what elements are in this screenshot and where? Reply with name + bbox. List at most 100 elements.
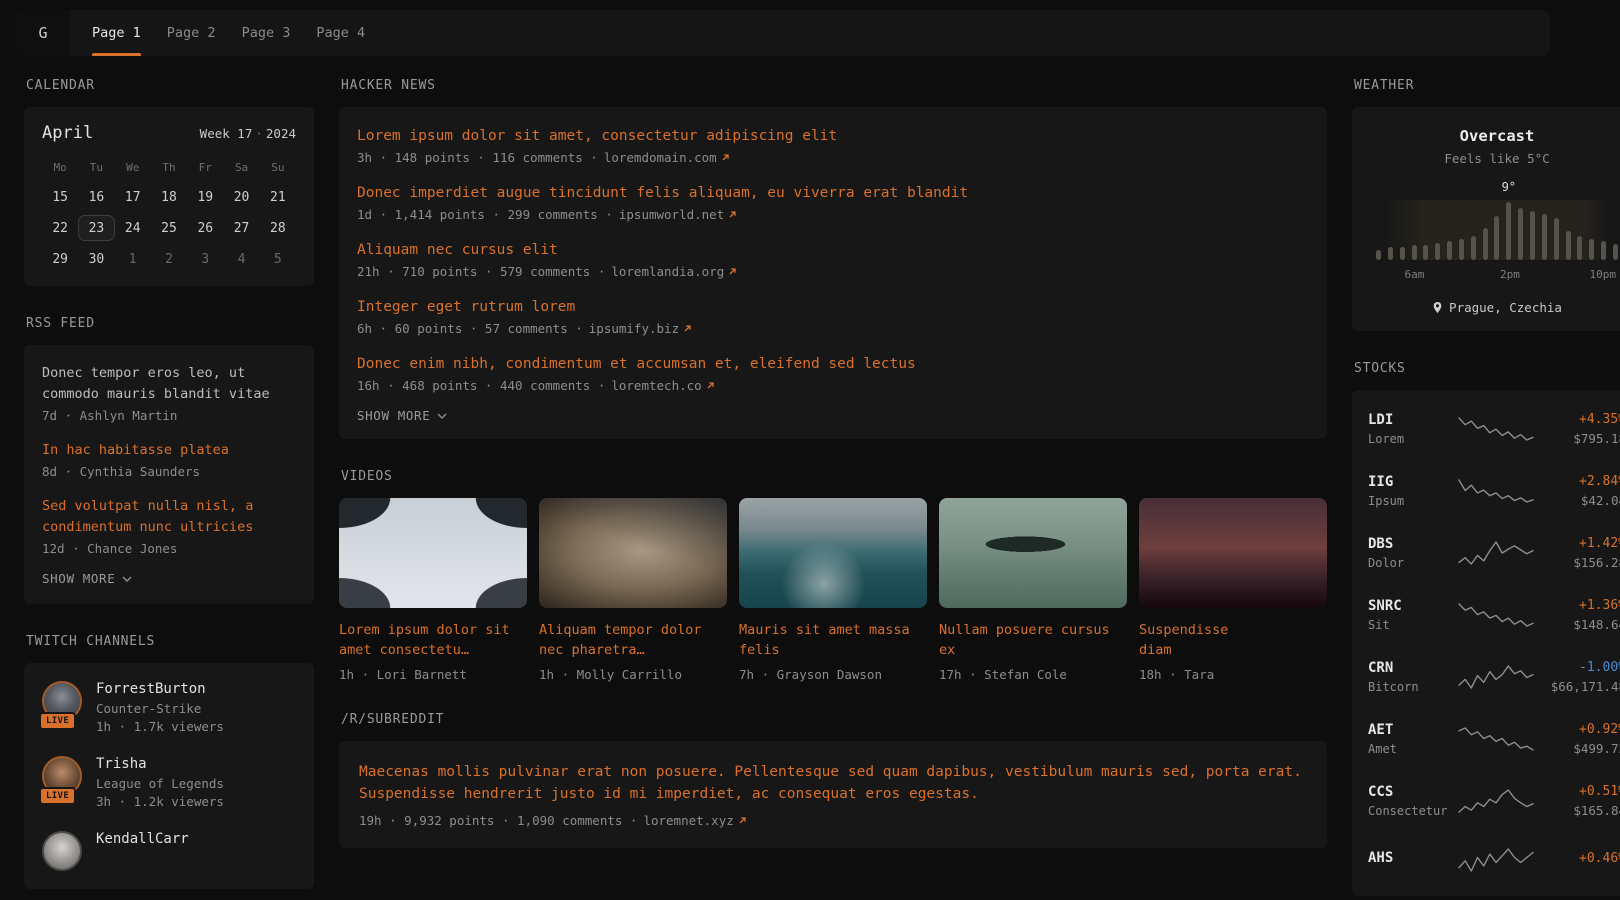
rss-widget: Donec tempor eros leo, ut commodo mauris… — [24, 345, 314, 604]
video-title[interactable]: Lorem ipsum dolor sit amet consectetu… — [339, 620, 511, 660]
subreddit-widget: Maecenas mollis pulvinar erat non posuer… — [339, 741, 1327, 848]
hn-headline[interactable]: Lorem ipsum dolor sit amet, consectetur … — [357, 125, 1309, 147]
stock-symbol: DBS — [1368, 536, 1454, 552]
channel-game[interactable]: League of Legends — [96, 776, 224, 791]
video-title[interactable]: Mauris sit amet massa felis — [739, 620, 911, 660]
video-card[interactable]: Nullam posuere cursus ex 17h · Stefan Co… — [939, 498, 1127, 682]
video-meta: 1h · Molly Carrillo — [539, 667, 727, 682]
content-grid: CALENDAR April Week 17·2024 Mo Tu We Th … — [0, 56, 1620, 896]
tab-page-3[interactable]: Page 3 — [242, 10, 291, 56]
tab-page-4[interactable]: Page 4 — [316, 10, 365, 56]
stock-price: $795.18 — [1538, 431, 1620, 446]
stock-name: Sit — [1368, 618, 1454, 632]
hn-headline[interactable]: Donec imperdiet augue tincidunt felis al… — [357, 182, 1309, 204]
app-logo[interactable]: G — [16, 10, 70, 56]
rss-headline[interactable]: In hac habitasse platea — [42, 440, 296, 461]
stock-change: +0.92% — [1538, 722, 1620, 737]
calendar-section: CALENDAR April Week 17·2024 Mo Tu We Th … — [24, 78, 314, 286]
calendar-day: 21 — [260, 184, 296, 210]
stock-symbol: CCS — [1368, 784, 1454, 800]
channel-name[interactable]: Trisha — [96, 756, 224, 772]
avatar — [42, 831, 82, 871]
hn-meta: 6h · 60 points · 57 comments · ipsumify.… — [357, 321, 1309, 336]
stock-row[interactable]: LDI Lorem +4.35% $795.18 — [1368, 398, 1620, 460]
hn-domain-link[interactable]: ipsumify.biz — [589, 321, 692, 336]
stock-change: +0.51% — [1538, 784, 1620, 799]
twitch-widget: LIVE ForrestBurton Counter-Strike 1h · 1… — [24, 663, 314, 889]
calendar-week-year: Week 17·2024 — [200, 126, 296, 141]
external-link-icon — [738, 816, 747, 825]
video-thumbnail[interactable] — [939, 498, 1127, 608]
stock-sparkline — [1456, 539, 1536, 567]
video-title[interactable]: Suspendisse diam — [1139, 620, 1229, 660]
weather-time-labels: 6am 2pm 10pm — [1368, 268, 1620, 284]
tab-page-1[interactable]: Page 1 — [92, 10, 141, 56]
hn-domain-link[interactable]: loremtech.co — [611, 378, 714, 393]
videos-section-title: VIDEOS — [341, 469, 1327, 484]
hn-item: Integer eget rutrum lorem 6h · 60 points… — [357, 296, 1309, 336]
subreddit-domain-link[interactable]: loremnet.xyz — [643, 813, 746, 828]
video-card[interactable]: Aliquam tempor dolor nec pharetra… 1h · … — [539, 498, 727, 682]
video-card[interactable]: Lorem ipsum dolor sit amet consectetu… 1… — [339, 498, 527, 682]
hn-headline[interactable]: Integer eget rutrum lorem — [357, 296, 1309, 318]
twitch-channel[interactable]: LIVE ForrestBurton Counter-Strike 1h · 1… — [42, 681, 296, 734]
weather-condition: Overcast — [1368, 127, 1620, 145]
hn-headline[interactable]: Donec enim nibh, condimentum et accumsan… — [357, 353, 1309, 375]
stock-name: Ipsum — [1368, 494, 1454, 508]
channel-game[interactable]: Counter-Strike — [96, 701, 224, 716]
channel-name[interactable]: KendallCarr — [96, 831, 189, 847]
calendar-day: 26 — [187, 215, 223, 241]
stock-sparkline — [1456, 725, 1536, 753]
video-meta: 18h · Tara — [1139, 667, 1327, 682]
stock-row[interactable]: AHS +0.46% — [1368, 832, 1620, 888]
channel-name[interactable]: ForrestBurton — [96, 681, 224, 697]
calendar-day-header: Su — [260, 155, 296, 179]
stocks-section-title: STOCKS — [1354, 361, 1620, 376]
calendar-week-label: Week 17 — [200, 126, 253, 141]
rss-headline[interactable]: Sed volutpat nulla nisl, a condimentum n… — [42, 496, 296, 538]
hn-meta: 16h · 468 points · 440 comments · loremt… — [357, 378, 1309, 393]
hn-meta: 1d · 1,414 points · 299 comments · ipsum… — [357, 207, 1309, 222]
twitch-channel[interactable]: LIVE Trisha League of Legends 3h · 1.2k … — [42, 756, 296, 809]
video-thumbnail[interactable] — [339, 498, 527, 608]
stock-row[interactable]: IIG Ipsum +2.84% $42.04 — [1368, 460, 1620, 522]
rss-headline[interactable]: Donec tempor eros leo, ut commodo mauris… — [42, 363, 296, 405]
hn-show-more-button[interactable]: SHOW MORE — [357, 408, 447, 423]
hn-domain-link[interactable]: loremlandia.org — [611, 264, 737, 279]
weather-bars — [1374, 200, 1620, 260]
calendar-day-next-month: 3 — [187, 246, 223, 272]
stock-row[interactable]: CRN Bitcorn -1.00% $66,171.48 — [1368, 646, 1620, 708]
calendar-day: 24 — [115, 215, 151, 241]
weather-section-title: WEATHER — [1354, 78, 1620, 93]
stock-sparkline — [1456, 846, 1536, 874]
subreddit-headline[interactable]: Maecenas mollis pulvinar erat non posuer… — [359, 761, 1307, 805]
weather-location[interactable]: Prague, Czechia — [1368, 300, 1620, 315]
rss-show-more-button[interactable]: SHOW MORE — [42, 571, 132, 586]
stock-row[interactable]: SNRC Sit +1.36% $148.64 — [1368, 584, 1620, 646]
video-card[interactable]: Suspendisse diam 18h · Tara — [1139, 498, 1327, 682]
tab-page-2[interactable]: Page 2 — [167, 10, 216, 56]
calendar-day: 15 — [42, 184, 78, 210]
stock-row[interactable]: DBS Dolor +1.42% $156.28 — [1368, 522, 1620, 584]
video-title[interactable]: Nullam posuere cursus ex — [939, 620, 1111, 660]
twitch-channel[interactable]: KendallCarr — [42, 831, 296, 871]
video-thumbnail[interactable] — [1139, 498, 1327, 608]
live-badge: LIVE — [39, 712, 76, 730]
videos-section: VIDEOS Lorem ipsum dolor sit amet consec… — [339, 469, 1327, 682]
video-thumbnail[interactable] — [739, 498, 927, 608]
video-card[interactable]: Mauris sit amet massa felis 7h · Grayson… — [739, 498, 927, 682]
stock-change: -1.00% — [1538, 660, 1620, 675]
stock-row[interactable]: AET Amet +0.92% $499.72 — [1368, 708, 1620, 770]
stock-sparkline — [1456, 663, 1536, 691]
weather-time: 6am — [1405, 268, 1425, 281]
twitch-section: TWITCH CHANNELS LIVE ForrestBurton Count… — [24, 634, 314, 889]
hn-headline[interactable]: Aliquam nec cursus elit — [357, 239, 1309, 261]
video-title[interactable]: Aliquam tempor dolor nec pharetra… — [539, 620, 711, 660]
hackernews-widget: Lorem ipsum dolor sit amet, consectetur … — [339, 107, 1327, 439]
hn-domain-link[interactable]: loremdomain.com — [604, 150, 730, 165]
calendar-day: 27 — [223, 215, 259, 241]
external-link-icon — [728, 210, 737, 219]
stock-row[interactable]: CCS Consectetur +0.51% $165.84 — [1368, 770, 1620, 832]
video-thumbnail[interactable] — [539, 498, 727, 608]
hn-domain-link[interactable]: ipsumworld.net — [619, 207, 737, 222]
